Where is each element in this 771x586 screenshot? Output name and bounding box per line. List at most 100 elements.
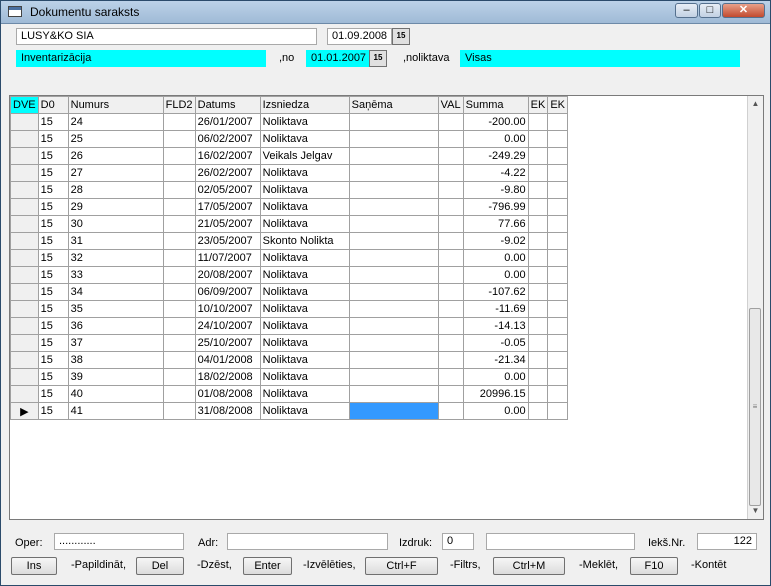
table-row[interactable]: 15 40 01/08/2008 Noliktava 20996.15 <box>10 385 568 403</box>
izdruk-field[interactable]: 0 <box>442 533 474 550</box>
row-indicator[interactable] <box>10 130 39 148</box>
table-row[interactable]: 15 38 04/01/2008 Noliktava -21.34 <box>10 351 568 369</box>
table-row[interactable]: 15 31 23/05/2007 Skonto Nolikta -9.02 <box>10 232 568 250</box>
row-indicator[interactable] <box>10 232 39 250</box>
col-numurs-header[interactable]: Numurs <box>67 96 164 114</box>
ieks-field[interactable]: 122 <box>697 533 757 550</box>
col-fld2-header[interactable]: FLD2 <box>162 96 196 114</box>
row-indicator[interactable] <box>10 181 39 199</box>
doc-type-field[interactable]: Inventarizācija <box>16 50 266 67</box>
from-date-field[interactable]: 01.01.2007 <box>306 50 369 67</box>
calendar-icon[interactable]: 15 <box>392 28 410 45</box>
scroll-thumb[interactable]: ≡ <box>749 308 761 506</box>
col-izsniedza-header[interactable]: Izsniedza <box>259 96 350 114</box>
row-indicator[interactable]: ▶ <box>10 402 39 420</box>
cell-sanema[interactable] <box>348 402 439 420</box>
cell-fld2 <box>162 130 196 148</box>
cell-ek1 <box>527 351 549 369</box>
table-row[interactable]: 15 34 06/09/2007 Noliktava -107.62 <box>10 283 568 301</box>
cell-val <box>437 164 464 182</box>
extra-field[interactable] <box>486 533 635 550</box>
from-calendar-icon[interactable]: 15 <box>369 50 387 67</box>
col-val-header[interactable]: VAL <box>437 96 464 114</box>
row-indicator[interactable] <box>10 215 39 233</box>
table-row[interactable]: 15 39 18/02/2008 Noliktava 0.00 <box>10 368 568 386</box>
row-indicator[interactable] <box>10 147 39 165</box>
table-row[interactable]: 15 27 26/02/2007 Noliktava -4.22 <box>10 164 568 182</box>
enter-button[interactable]: Enter <box>243 557 292 575</box>
cell-datums: 23/05/2007 <box>194 232 261 250</box>
col-d0-header[interactable]: D0 <box>37 96 69 114</box>
table-row[interactable]: 15 26 16/02/2007 Veikals Jelgav -249.29 <box>10 147 568 165</box>
cell-izsniedza: Noliktava <box>259 300 350 318</box>
col-sanema-header[interactable]: Saņēma <box>348 96 439 114</box>
table-row[interactable]: 15 36 24/10/2007 Noliktava -14.13 <box>10 317 568 335</box>
cell-sanema <box>348 334 439 352</box>
table-row[interactable]: 15 32 11/07/2007 Noliktava 0.00 <box>10 249 568 267</box>
ins-button[interactable]: Ins <box>11 557 57 575</box>
row-indicator[interactable] <box>10 334 39 352</box>
row-indicator[interactable] <box>10 283 39 301</box>
cell-numurs: 32 <box>67 249 164 267</box>
izdruk-label: Izdruk: <box>399 537 433 549</box>
row-indicator[interactable] <box>10 351 39 369</box>
table-row[interactable]: 15 30 21/05/2007 Noliktava 77.66 <box>10 215 568 233</box>
cell-ek1 <box>527 300 549 318</box>
scroll-up-icon[interactable]: ▲ <box>749 97 762 111</box>
cell-numurs: 39 <box>67 368 164 386</box>
cell-d0: 15 <box>37 232 69 250</box>
cell-ek1 <box>527 181 549 199</box>
row-indicator[interactable] <box>10 266 39 284</box>
table-row[interactable]: 15 25 06/02/2007 Noliktava 0.00 <box>10 130 568 148</box>
cell-val <box>437 198 464 216</box>
col-summa-header[interactable]: Summa <box>462 96 529 114</box>
cell-fld2 <box>162 351 196 369</box>
col-ek-2-header[interactable]: EK <box>547 96 568 114</box>
cell-summa: 0.00 <box>462 368 529 386</box>
table-row[interactable]: 15 37 25/10/2007 Noliktava -0.05 <box>10 334 568 352</box>
table-row[interactable]: 15 24 26/01/2007 Noliktava -200.00 <box>10 113 568 131</box>
table-row[interactable]: ▶ 15 41 31/08/2008 Noliktava 0.00 <box>10 402 568 420</box>
vertical-scrollbar[interactable]: ▲ ≡ ▼ <box>747 96 763 519</box>
scroll-down-icon[interactable]: ▼ <box>749 504 762 518</box>
row-indicator[interactable] <box>10 368 39 386</box>
oper-field[interactable]: ............ <box>54 533 184 550</box>
table-row[interactable]: 15 33 20/08/2007 Noliktava 0.00 <box>10 266 568 284</box>
del-button[interactable]: Del <box>136 557 184 575</box>
cell-datums: 06/02/2007 <box>194 130 261 148</box>
table-row[interactable]: 15 28 02/05/2007 Noliktava -9.80 <box>10 181 568 199</box>
ctrl-m-button[interactable]: Ctrl+M <box>493 557 565 575</box>
row-indicator[interactable] <box>10 249 39 267</box>
ctrl-m-description: -Meklēt, <box>579 559 619 571</box>
adr-field[interactable] <box>227 533 388 550</box>
title-bar[interactable]: Dokumentu saraksts – □ ✕ <box>1 1 770 24</box>
ieks-label: Iekš.Nr. <box>648 537 686 549</box>
cell-numurs: 36 <box>67 317 164 335</box>
cell-val <box>437 300 464 318</box>
row-indicator[interactable] <box>10 317 39 335</box>
cell-izsniedza: Noliktava <box>259 249 350 267</box>
maximize-button[interactable]: □ <box>699 3 721 18</box>
row-indicator[interactable] <box>10 300 39 318</box>
row-indicator[interactable] <box>10 385 39 403</box>
close-button[interactable]: ✕ <box>722 3 765 18</box>
cell-sanema <box>348 368 439 386</box>
warehouse-field[interactable]: Visas <box>460 50 740 67</box>
ctrl-f-button[interactable]: Ctrl+F <box>365 557 438 575</box>
col-dve-header[interactable]: DVE <box>10 96 39 114</box>
col-ek-1-header[interactable]: EK <box>527 96 549 114</box>
col-datums-header[interactable]: Datums <box>194 96 261 114</box>
row-indicator[interactable] <box>10 113 39 131</box>
cell-datums: 04/01/2008 <box>194 351 261 369</box>
f10-button[interactable]: F10 <box>630 557 678 575</box>
minimize-button[interactable]: – <box>675 3 698 18</box>
header-row: DVE D0 Numurs FLD2 Datums Izsniedza Saņēma VAL S… <box>10 96 568 114</box>
row-indicator[interactable] <box>10 198 39 216</box>
company-field[interactable]: LUSY&KO SIA <box>16 28 317 45</box>
date-field[interactable]: 01.09.2008 <box>327 28 392 45</box>
documents-grid[interactable]: DVE D0 Numurs FLD2 Datums Izsniedza Saņēma VAL S… <box>9 95 764 520</box>
table-row[interactable]: 15 35 10/10/2007 Noliktava -11.69 <box>10 300 568 318</box>
cell-numurs: 38 <box>67 351 164 369</box>
row-indicator[interactable] <box>10 164 39 182</box>
table-row[interactable]: 15 29 17/05/2007 Noliktava -796.99 <box>10 198 568 216</box>
